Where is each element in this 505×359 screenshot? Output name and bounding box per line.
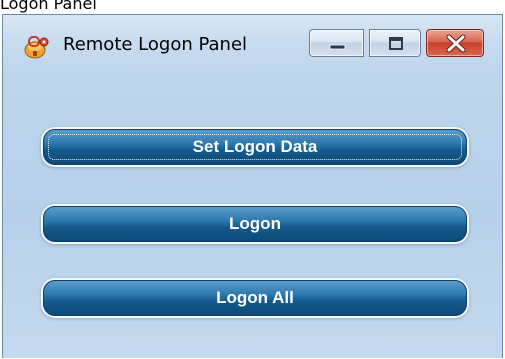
- set-logon-data-button[interactable]: Set Logon Data: [43, 129, 467, 165]
- maximize-button[interactable]: [369, 29, 421, 57]
- background-window-title: Logon Panel: [0, 0, 97, 13]
- logon-all-button[interactable]: Logon All: [43, 280, 467, 316]
- key-lock-icon: [23, 33, 51, 59]
- logon-button[interactable]: Logon: [43, 206, 467, 242]
- minimize-button[interactable]: [309, 29, 364, 57]
- title-bar[interactable]: Remote Logon Panel: [3, 15, 502, 73]
- button-panel: Set Logon Data Logon Logon All: [13, 79, 492, 359]
- close-button[interactable]: [426, 29, 484, 57]
- window-title: Remote Logon Panel: [63, 34, 248, 55]
- remote-logon-window: Remote Logon Panel Set Logon Data Logon …: [2, 14, 503, 358]
